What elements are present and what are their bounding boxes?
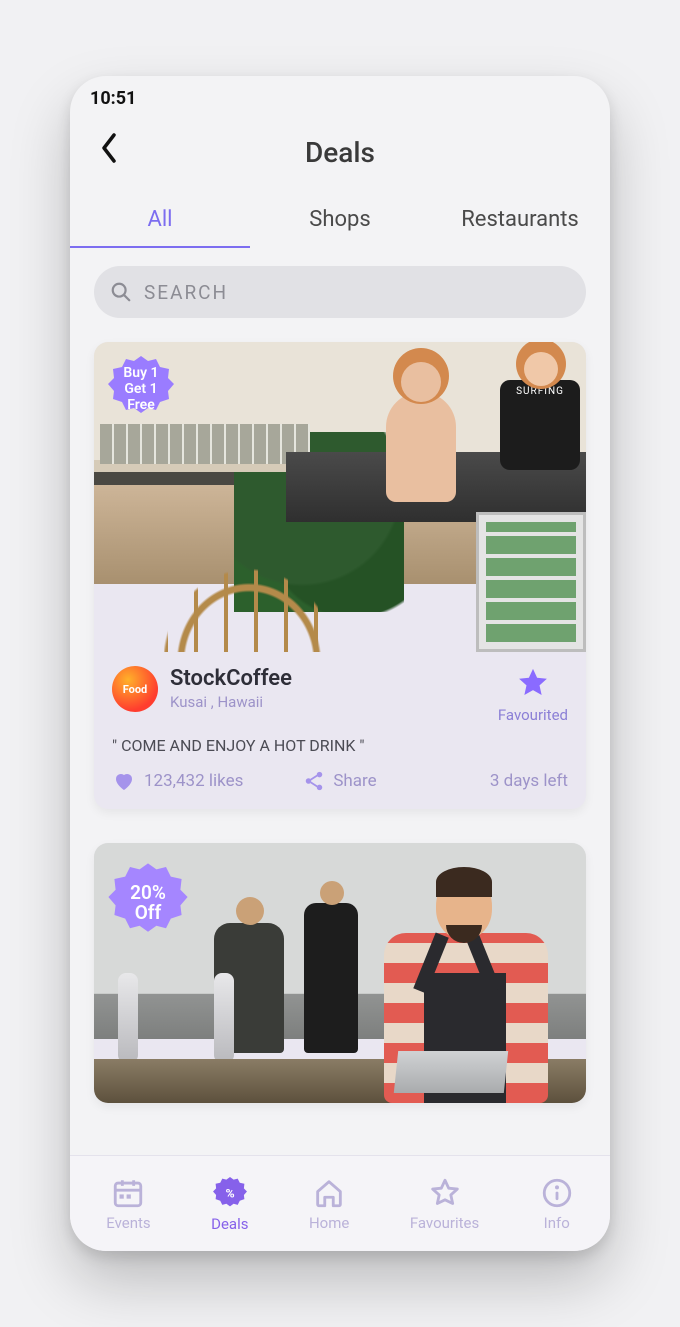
merchant-avatar: Food	[112, 666, 158, 712]
status-bar: 10:51	[70, 76, 610, 120]
nav-home[interactable]: Home	[309, 1176, 349, 1232]
nav-label: Home	[309, 1214, 349, 1232]
deal-badge: 20% Off	[106, 861, 190, 945]
info-icon	[540, 1176, 574, 1210]
deal-info: Food StockCoffee Kusai , Hawaii Favourit…	[94, 652, 586, 809]
favourite-button[interactable]: Favourited	[498, 666, 568, 724]
nav-label: Favourites	[410, 1214, 479, 1232]
heart-icon	[112, 769, 136, 793]
deal-card[interactable]: 20% Off	[94, 843, 586, 1103]
search-bar[interactable]	[94, 266, 586, 318]
share-button[interactable]: Share	[264, 770, 416, 792]
tab-bar: All Shops Restaurants	[70, 177, 610, 248]
phone-frame: 10:51 Deals All Shops Restaurants	[70, 76, 610, 1251]
back-button[interactable]	[94, 130, 124, 166]
tab-restaurants[interactable]: Restaurants	[430, 197, 610, 248]
search-icon	[110, 281, 132, 303]
deal-card[interactable]: Buy 1 Get 1 Free Food StockCoffee Kusai …	[94, 342, 586, 809]
deal-badge-text: Buy 1 Get 1 Free	[123, 365, 158, 413]
deal-badge: Buy 1 Get 1 Free	[106, 354, 176, 424]
deal-image: 20% Off	[94, 843, 586, 1103]
merchant-location: Kusai , Hawaii	[170, 693, 498, 711]
nav-deals[interactable]: % Deals	[211, 1175, 248, 1233]
home-icon	[312, 1176, 346, 1210]
share-label: Share	[333, 771, 376, 791]
time-left: 3 days left	[416, 771, 568, 791]
bottom-nav: Events % Deals Home Favourites Info	[70, 1155, 610, 1251]
favourite-label: Favourited	[498, 706, 568, 724]
status-time: 10:51	[90, 88, 136, 109]
chevron-left-icon	[100, 133, 118, 163]
merchant-name: StockCoffee	[170, 666, 498, 691]
tab-shops[interactable]: Shops	[250, 197, 430, 248]
nav-label: Events	[106, 1214, 150, 1232]
tab-all[interactable]: All	[70, 197, 250, 248]
search-input[interactable]	[144, 281, 570, 304]
nav-events[interactable]: Events	[106, 1176, 150, 1232]
deal-image: Buy 1 Get 1 Free	[94, 342, 586, 652]
share-icon	[303, 770, 325, 792]
nav-info[interactable]: Info	[540, 1176, 574, 1232]
deal-badge-text: 20% Off	[130, 883, 166, 923]
deal-slogan: " COME AND ENJOY A HOT DRINK "	[112, 736, 568, 755]
calendar-icon	[111, 1176, 145, 1210]
svg-text:%: %	[225, 1187, 234, 1201]
star-icon	[516, 666, 550, 700]
star-icon	[428, 1176, 462, 1210]
page-title: Deals	[70, 136, 610, 169]
content-body: Buy 1 Get 1 Free Food StockCoffee Kusai …	[70, 248, 610, 1155]
nav-label: Info	[544, 1214, 570, 1232]
header: Deals	[70, 120, 610, 177]
likes-button[interactable]: 123,432 likes	[112, 769, 264, 793]
deals-icon: %	[212, 1175, 248, 1211]
likes-count: 123,432 likes	[144, 771, 243, 791]
nav-label: Deals	[211, 1215, 248, 1233]
avatar-text: Food	[123, 683, 148, 696]
nav-favourites[interactable]: Favourites	[410, 1176, 479, 1232]
